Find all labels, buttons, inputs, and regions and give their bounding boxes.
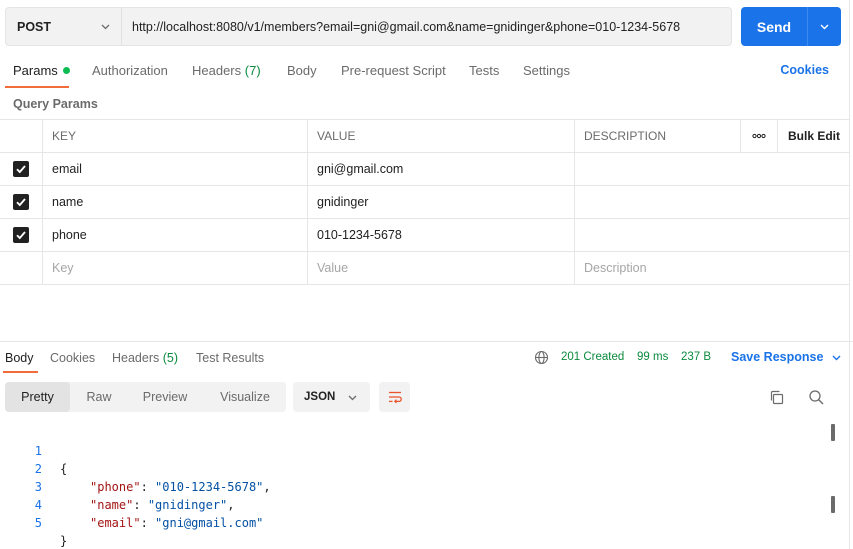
response-tabs: Body Cookies Headers (5) Test Results bbox=[0, 342, 853, 374]
table-row-new: Key Value Description bbox=[0, 252, 849, 285]
code-line: 4 "email": "gni@gmail.com" bbox=[0, 478, 853, 530]
new-key-input[interactable]: Key bbox=[42, 252, 307, 284]
send-options-button[interactable] bbox=[808, 7, 841, 46]
save-response-label: Save Response bbox=[731, 350, 824, 364]
request-bar: POST http://localhost:8080/v1/members?em… bbox=[5, 7, 732, 46]
row-checkbox-cell bbox=[0, 252, 42, 284]
tab-prerequest-script[interactable]: Pre-request Script bbox=[341, 63, 446, 78]
code-line: 1 { bbox=[0, 424, 853, 476]
table-row: phone 010-1234-5678 bbox=[0, 219, 849, 252]
response-body-code[interactable]: 1 { 2 "phone": "010-1234-5678", 3 "name"… bbox=[0, 424, 853, 548]
column-header-description: DESCRIPTION bbox=[574, 120, 740, 152]
line-number: 5 bbox=[34, 516, 42, 530]
column-header-key: KEY bbox=[42, 120, 307, 152]
send-button[interactable]: Send bbox=[741, 7, 808, 46]
code-line: 3 "name": "gnidinger", bbox=[0, 460, 853, 512]
right-edge-divider bbox=[849, 0, 850, 549]
active-tab-underline bbox=[5, 86, 69, 88]
param-description[interactable] bbox=[574, 219, 849, 251]
table-header-row: KEY VALUE DESCRIPTION Bulk Edit bbox=[0, 119, 849, 153]
tab-response-body[interactable]: Body bbox=[5, 351, 34, 365]
tab-headers-count: (7) bbox=[244, 63, 261, 78]
row-checkbox[interactable] bbox=[0, 186, 42, 218]
search-icon[interactable] bbox=[808, 389, 825, 406]
bulk-edit-button[interactable]: Bulk Edit bbox=[777, 120, 849, 152]
chevron-down-icon bbox=[348, 395, 357, 401]
globe-icon[interactable] bbox=[534, 350, 549, 365]
row-checkbox[interactable] bbox=[0, 153, 42, 185]
method-select[interactable]: POST bbox=[6, 8, 122, 45]
new-description-input[interactable]: Description bbox=[574, 252, 849, 284]
param-description[interactable] bbox=[574, 186, 849, 218]
tab-headers[interactable]: Headers (7) bbox=[192, 63, 261, 78]
tab-params-label: Params bbox=[13, 63, 58, 78]
tab-response-cookies[interactable]: Cookies bbox=[50, 351, 95, 365]
view-raw[interactable]: Raw bbox=[75, 382, 123, 412]
tab-tests[interactable]: Tests bbox=[469, 63, 499, 78]
params-table: KEY VALUE DESCRIPTION Bulk Edit email gn… bbox=[0, 119, 849, 285]
param-key[interactable]: phone bbox=[42, 219, 307, 251]
send-button-group: Send bbox=[741, 7, 841, 46]
tab-test-results[interactable]: Test Results bbox=[196, 351, 264, 365]
code-line: 5 } bbox=[0, 496, 853, 548]
language-label: JSON bbox=[304, 391, 336, 403]
param-key[interactable]: email bbox=[42, 153, 307, 185]
more-options-button[interactable] bbox=[740, 120, 777, 152]
tab-authorization[interactable]: Authorization bbox=[92, 63, 168, 78]
json-value: "gni@gmail.com" bbox=[155, 516, 264, 530]
code-text: } bbox=[60, 534, 68, 548]
view-mode-segmented: Pretty Raw Preview Visualize bbox=[5, 382, 286, 412]
response-time[interactable]: 99 ms bbox=[637, 351, 668, 363]
request-tabs: Params Authorization Headers (7) Body Pr… bbox=[0, 52, 853, 88]
query-params-label: Query Params bbox=[13, 97, 98, 111]
param-key[interactable]: name bbox=[42, 186, 307, 218]
status-code[interactable]: 201 Created bbox=[561, 351, 624, 363]
checkbox-checked-icon bbox=[13, 227, 29, 243]
response-size[interactable]: 237 B bbox=[681, 351, 711, 363]
row-checkbox[interactable] bbox=[0, 219, 42, 251]
language-select[interactable]: JSON bbox=[293, 382, 370, 412]
wrap-lines-icon bbox=[388, 391, 402, 404]
save-response-button[interactable]: Save Response bbox=[731, 350, 842, 364]
url-input[interactable]: http://localhost:8080/v1/members?email=g… bbox=[122, 8, 731, 45]
method-label: POST bbox=[17, 19, 52, 34]
param-description[interactable] bbox=[574, 153, 849, 185]
more-horizontal-icon bbox=[752, 133, 766, 139]
tab-response-headers[interactable]: Headers (5) bbox=[112, 351, 178, 365]
param-value[interactable]: 010-1234-5678 bbox=[307, 219, 574, 251]
param-value[interactable]: gnidinger bbox=[307, 186, 574, 218]
view-preview[interactable]: Preview bbox=[131, 382, 199, 412]
tab-headers-label: Headers bbox=[192, 63, 242, 78]
table-row: email gni@gmail.com bbox=[0, 153, 849, 186]
chevron-down-icon bbox=[820, 24, 829, 30]
tab-params[interactable]: Params bbox=[13, 63, 70, 78]
active-response-tab-underline bbox=[3, 371, 38, 373]
json-key: "email" bbox=[90, 516, 141, 530]
tab-response-headers-label: Headers bbox=[112, 351, 160, 365]
header-checkbox-cell bbox=[0, 120, 42, 152]
code-text: "email": "gni@gmail.com" bbox=[90, 516, 264, 530]
tab-settings[interactable]: Settings bbox=[523, 63, 570, 78]
copy-icon[interactable] bbox=[768, 389, 785, 406]
scrollbar-marker[interactable] bbox=[831, 496, 835, 513]
column-header-value: VALUE bbox=[307, 120, 574, 152]
tab-response-headers-count: (5) bbox=[162, 351, 179, 365]
scrollbar-marker[interactable] bbox=[831, 424, 835, 441]
cookies-link[interactable]: Cookies bbox=[780, 63, 829, 77]
chevron-down-icon bbox=[832, 355, 841, 361]
code-line: 2 "phone": "010-1234-5678", bbox=[0, 442, 853, 494]
checkbox-checked-icon bbox=[13, 194, 29, 210]
checkbox-checked-icon bbox=[13, 161, 29, 177]
table-row: name gnidinger bbox=[0, 186, 849, 219]
param-value[interactable]: gni@gmail.com bbox=[307, 153, 574, 185]
view-pretty[interactable]: Pretty bbox=[5, 382, 70, 412]
wrap-lines-button[interactable] bbox=[379, 382, 410, 412]
view-visualize[interactable]: Visualize bbox=[207, 382, 283, 412]
new-value-input[interactable]: Value bbox=[307, 252, 574, 284]
params-active-dot bbox=[62, 67, 70, 75]
tab-body[interactable]: Body bbox=[287, 63, 317, 78]
chevron-down-icon bbox=[101, 24, 110, 30]
